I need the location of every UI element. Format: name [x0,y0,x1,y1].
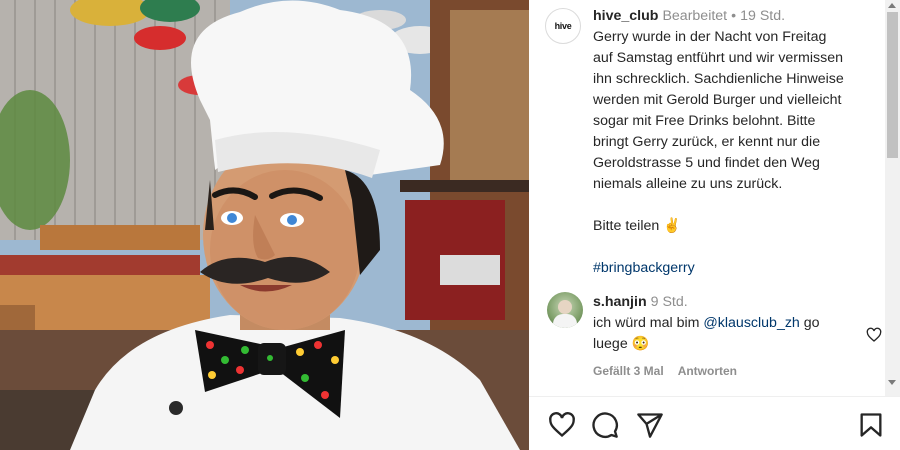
edited-label: Bearbeitet [662,8,728,24]
heart-icon[interactable] [548,411,576,439]
comment-text: ich würd mal bim @klausclub_zh go luege … [593,313,843,355]
comment-timestamp[interactable]: 9 Std. [651,294,688,310]
post-panel: hive hive_club Bearbeitet • 19 Std. Gerry w… [529,0,900,450]
chef-statue-image [0,0,529,450]
send-icon[interactable] [636,411,664,439]
scrollbar[interactable] [885,0,900,396]
scroll-down-arrow[interactable] [888,380,896,385]
avatar-logo: hive [554,21,572,31]
action-bar [529,397,900,450]
post-photo[interactable] [0,0,529,450]
caption-body: hive_club Bearbeitet • 19 Std. Gerry wurde … [593,6,880,279]
comment-body: s.hanjin 9 Std. ich würd mal bim @klauscl… [593,292,843,382]
comment-likes[interactable]: Gefällt 3 Mal [593,364,664,378]
comment-avatar[interactable] [547,292,583,328]
share-text: Bitte teilen ✌️ [593,218,681,234]
hashtag-link[interactable]: #bringbackgerry [593,258,880,279]
caption-header: hive_club Bearbeitet • 19 Std. [593,6,880,27]
bookmark-icon[interactable] [857,411,885,439]
mention-link[interactable]: @klausclub_zh [703,315,799,331]
post-caption: hive hive_club Bearbeitet • 19 Std. Gerry w… [545,6,880,279]
comment-header: s.hanjin 9 Std. [593,292,843,313]
caption-text: Gerry wurde in der Nacht von Freitag auf… [593,29,844,192]
scroll-thumb[interactable] [887,12,898,158]
scroll-up-arrow[interactable] [888,3,896,8]
comment-text-start: ich würd mal bim [593,315,704,331]
post-username[interactable]: hive_club [593,8,658,24]
comment-username[interactable]: s.hanjin [593,294,647,310]
post-timestamp[interactable]: 19 Std. [740,8,785,24]
avatar[interactable]: hive [545,8,581,44]
comment-item: s.hanjin 9 Std. ich würd mal bim @klauscl… [547,292,882,382]
comments-scroll-area[interactable]: hive hive_club Bearbeitet • 19 Std. Gerry w… [529,0,884,392]
heart-icon[interactable] [866,327,882,343]
comment-icon[interactable] [591,411,619,439]
separator-dot: • [731,8,737,24]
comment-meta: Gefällt 3 Mal Antworten [593,361,843,382]
reply-button[interactable]: Antworten [678,364,737,378]
